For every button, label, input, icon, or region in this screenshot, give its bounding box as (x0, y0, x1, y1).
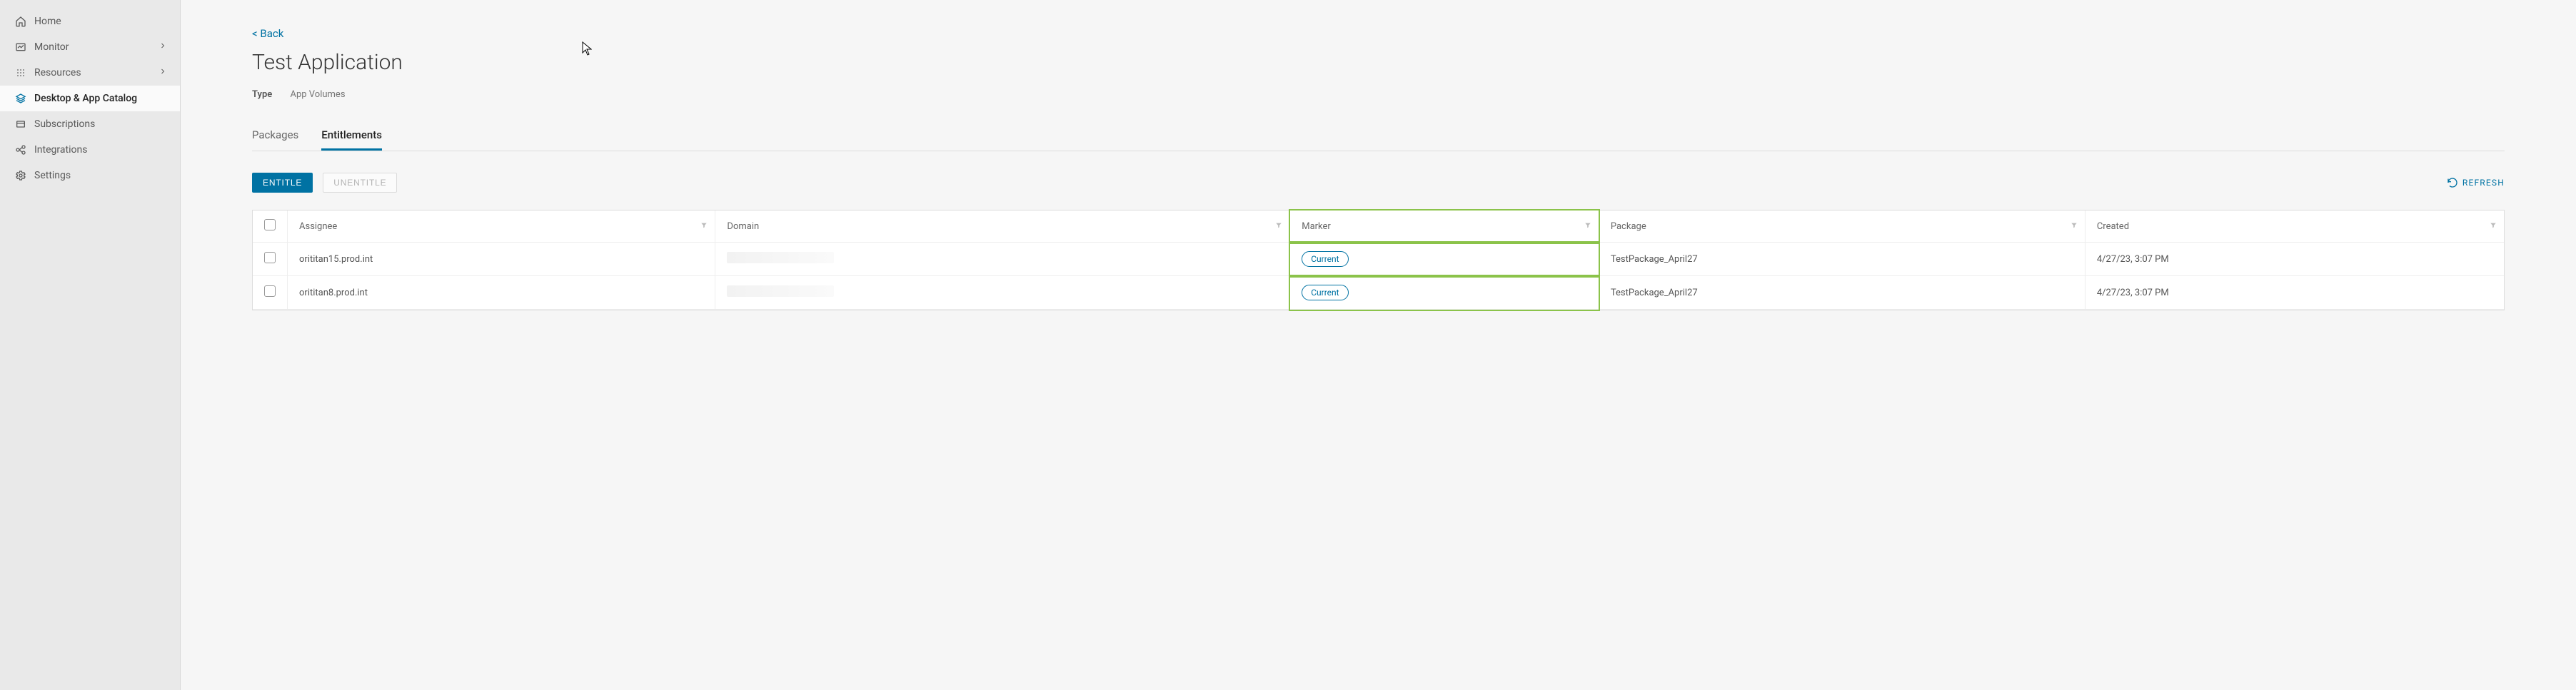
sidebar-item-subscriptions[interactable]: Subscriptions (0, 111, 180, 137)
meta-type-value: App Volumes (291, 89, 346, 100)
marker-pill: Current (1302, 251, 1348, 267)
sidebar-item-label: Desktop & App Catalog (34, 93, 167, 104)
cell-assignee: orititan15.prod.int (288, 243, 715, 276)
back-link[interactable]: < Back (252, 27, 283, 40)
row-checkbox[interactable] (264, 252, 276, 263)
sidebar-item-label: Integrations (34, 144, 167, 156)
meta-type-label: Type (252, 89, 272, 100)
column-label: Package (1611, 221, 1646, 232)
column-label: Created (2097, 221, 2129, 232)
monitor-icon (13, 41, 29, 53)
cell-marker: Current (1290, 276, 1599, 310)
column-header-assignee[interactable]: Assignee (288, 210, 715, 243)
sidebar-item-resources[interactable]: Resources (0, 60, 180, 86)
sidebar-item-home[interactable]: Home (0, 9, 180, 34)
filter-icon[interactable] (2071, 221, 2078, 232)
cell-domain (715, 243, 1290, 276)
subscriptions-icon (13, 118, 29, 130)
filter-icon[interactable] (2490, 221, 2497, 232)
sidebar-item-settings[interactable]: Settings (0, 163, 180, 188)
unentitle-button: UNENTITLE (323, 173, 397, 193)
refresh-button[interactable]: REFRESH (2447, 177, 2505, 188)
chevron-right-icon (159, 41, 167, 53)
cell-created: 4/27/23, 3:07 PM (2085, 276, 2504, 310)
refresh-icon (2447, 177, 2458, 188)
column-header-created[interactable]: Created (2085, 210, 2504, 243)
integrations-icon (13, 144, 29, 156)
main-content: < Back Test Application Type App Volumes… (181, 0, 2576, 690)
cell-package: TestPackage_April27 (1599, 243, 2085, 276)
meta-line: Type App Volumes (252, 89, 2505, 100)
entitlements-table: Assignee Domain Marker (252, 210, 2505, 310)
entitle-button[interactable]: ENTITLE (252, 173, 313, 193)
catalog-icon (13, 93, 29, 104)
redacted-domain (727, 252, 834, 263)
table-row: orititan8.prod.int Current TestPackage_A… (253, 276, 2504, 310)
tab-entitlements[interactable]: Entitlements (321, 121, 382, 151)
sidebar-item-desktop-app-catalog[interactable]: Desktop & App Catalog (0, 86, 180, 111)
gear-icon (13, 170, 29, 181)
page-title: Test Application (252, 50, 2505, 75)
sidebar: Home Monitor Resources Desktop & A (0, 0, 181, 690)
tabs: Packages Entitlements (252, 121, 2505, 151)
sidebar-item-label: Home (34, 16, 167, 27)
cell-created: 4/27/23, 3:07 PM (2085, 243, 2504, 276)
select-all-header (253, 210, 288, 243)
sidebar-item-label: Resources (34, 67, 159, 78)
column-label: Domain (727, 221, 759, 232)
filter-icon[interactable] (700, 221, 708, 232)
cell-marker: Current (1290, 243, 1599, 276)
toolbar: ENTITLE UNENTITLE REFRESH (252, 173, 2505, 193)
cell-assignee: orititan8.prod.int (288, 276, 715, 310)
column-label: Assignee (299, 221, 337, 232)
filter-icon[interactable] (1584, 221, 1591, 232)
cell-domain (715, 276, 1290, 310)
chevron-right-icon (159, 67, 167, 78)
tab-packages[interactable]: Packages (252, 121, 298, 151)
column-header-domain[interactable]: Domain (715, 210, 1290, 243)
table-row: orititan15.prod.int Current TestPackage_… (253, 243, 2504, 276)
home-icon (13, 16, 29, 27)
column-header-package[interactable]: Package (1599, 210, 2085, 243)
sidebar-item-label: Monitor (34, 41, 159, 53)
sidebar-item-integrations[interactable]: Integrations (0, 137, 180, 163)
column-label: Marker (1302, 221, 1331, 232)
row-checkbox[interactable] (264, 285, 276, 297)
cell-package: TestPackage_April27 (1599, 276, 2085, 310)
sidebar-item-label: Subscriptions (34, 118, 167, 130)
redacted-domain (727, 285, 834, 297)
refresh-label: REFRESH (2462, 178, 2505, 188)
resources-icon (13, 67, 29, 78)
select-all-checkbox[interactable] (264, 219, 276, 230)
marker-pill: Current (1302, 285, 1348, 300)
sidebar-item-label: Settings (34, 170, 167, 181)
sidebar-item-monitor[interactable]: Monitor (0, 34, 180, 60)
column-header-marker[interactable]: Marker (1290, 210, 1599, 243)
filter-icon[interactable] (1275, 221, 1282, 232)
